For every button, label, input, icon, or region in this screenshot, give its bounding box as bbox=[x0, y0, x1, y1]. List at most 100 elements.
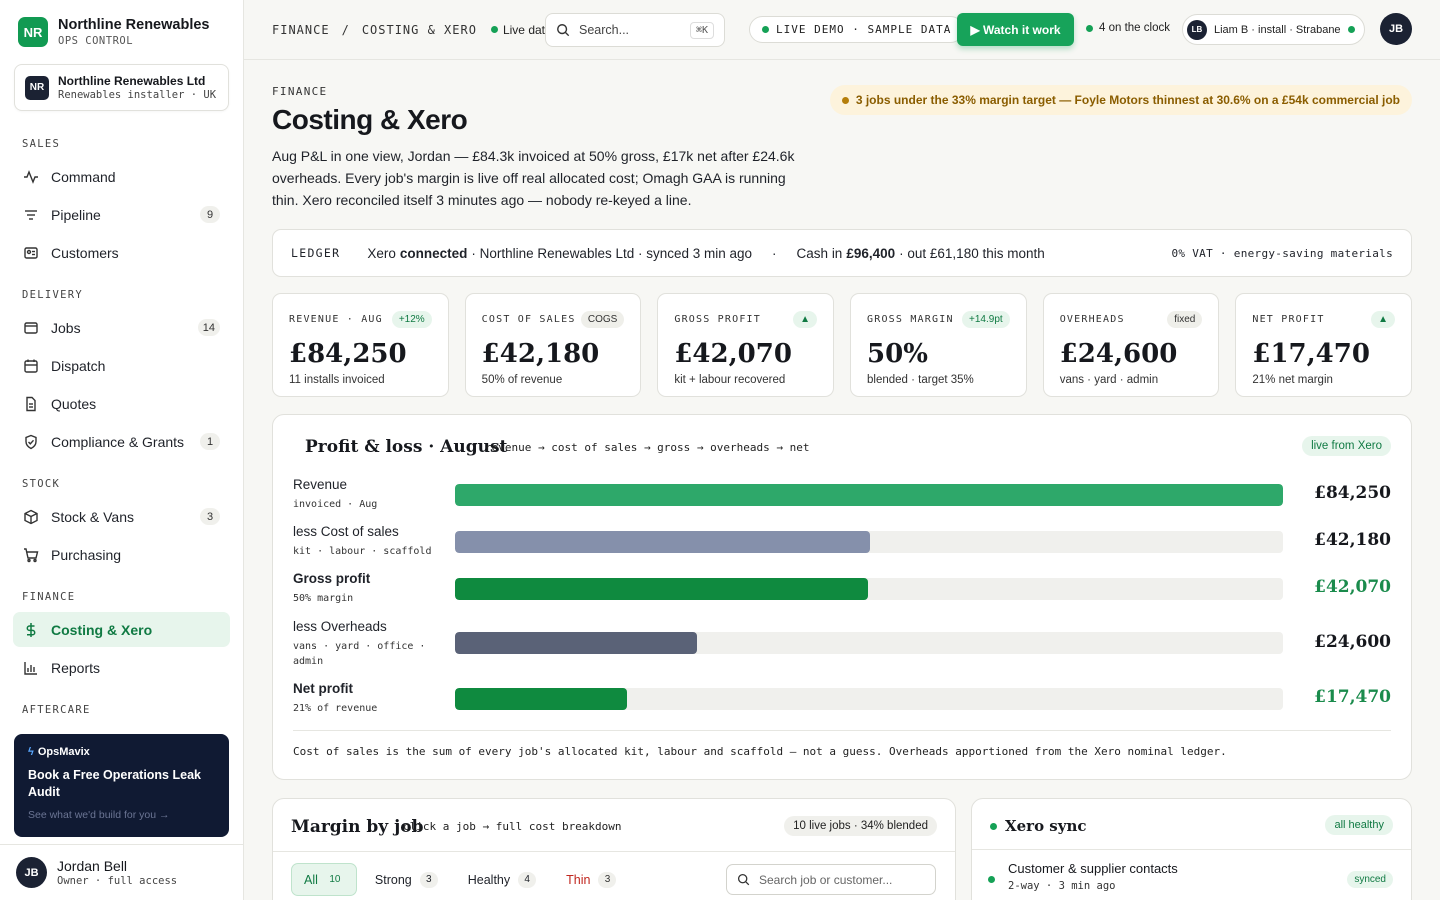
clock-label: 4 on the clock bbox=[1099, 22, 1170, 34]
page-intro: Aug P&L in one view, Jordan — £84.3k inv… bbox=[272, 148, 795, 208]
kpi-sub: kit + labour recovered bbox=[674, 374, 786, 386]
kpi-sub: 21% net margin bbox=[1252, 374, 1333, 386]
filter-thin[interactable]: Thin 3 bbox=[554, 863, 628, 896]
pl-row-value: £17,470 bbox=[1314, 687, 1391, 707]
sidebar-item-label: Reports bbox=[51, 659, 101, 676]
kpi-card-overheads[interactable]: OVERHEADS fixed £24,600 vans · yard · adm… bbox=[1042, 293, 1220, 397]
account-avatar[interactable]: JB bbox=[1380, 13, 1412, 45]
pl-row-revenue[interactable]: Revenue invoiced · Aug £84,250 bbox=[293, 477, 1391, 512]
global-search[interactable]: Search... ⌘K bbox=[545, 13, 725, 47]
kpi-sub: 11 installs invoiced bbox=[289, 374, 385, 386]
technician-chip[interactable]: LB Liam B · install · Strabane bbox=[1182, 14, 1365, 45]
search-icon bbox=[737, 873, 750, 886]
filter-lines-icon bbox=[25, 209, 37, 220]
sidebar-item-pipeline[interactable]: Pipeline 9 bbox=[13, 197, 230, 232]
pl-row-gross-profit[interactable]: Gross profit 50% margin £42,070 bbox=[293, 571, 1391, 606]
watch-it-work-button[interactable]: ▶ Watch it work bbox=[957, 13, 1074, 46]
filter-label: All bbox=[304, 872, 318, 887]
document-icon bbox=[26, 396, 36, 411]
nav-section-finance: FINANCE bbox=[22, 591, 76, 603]
pl-row-net-profit[interactable]: Net profit 21% of revenue £17,470 bbox=[293, 681, 1391, 716]
audit-promo-card[interactable]: ϟ OpsMavix Book a Free Operations Leak A… bbox=[14, 734, 229, 837]
sidebar-item-purchasing[interactable]: Purchasing bbox=[13, 537, 230, 572]
panel-title: Xero sync bbox=[1005, 817, 1087, 835]
main-content: FINANCE / COSTING & XERO Live data Searc… bbox=[244, 0, 1440, 900]
warning-dot-icon bbox=[841, 96, 849, 104]
promo-link[interactable]: See what we'd build for you → bbox=[28, 809, 215, 821]
search-input[interactable]: Search... bbox=[579, 23, 629, 37]
org-name: Northline Renewables Ltd bbox=[58, 74, 206, 88]
page-eyebrow: FINANCE bbox=[272, 85, 328, 98]
status-dot-icon bbox=[490, 26, 498, 33]
kpi-card-gross-profit[interactable]: GROSS PROFIT ▲ £42,070 kit + labour recov… bbox=[657, 293, 835, 397]
breadcrumb: FINANCE / COSTING & XERO bbox=[272, 23, 477, 37]
pl-row-sub: 21% of revenue bbox=[293, 703, 378, 714]
kpi-value: £42,070 bbox=[674, 339, 792, 369]
brand[interactable]: NR Northline Renewables OPS CONTROL bbox=[0, 0, 243, 47]
sidebar-item-jobs[interactable]: Jobs 14 bbox=[13, 310, 230, 345]
sidebar-item-compliance[interactable]: Compliance & Grants 1 bbox=[13, 424, 230, 459]
sidebar-item-customers[interactable]: Customers bbox=[13, 235, 230, 270]
trend-up-icon: ▲ bbox=[793, 310, 818, 328]
pl-row-cost-of-sales[interactable]: less Cost of sales kit · labour · scaffo… bbox=[293, 524, 1391, 559]
pl-bar-track bbox=[455, 578, 1283, 600]
kpi-label: NET PROFIT bbox=[1252, 313, 1325, 325]
user-profile[interactable]: JB Jordan Bell Owner · full access bbox=[0, 844, 243, 900]
kpi-badge: fixed bbox=[1167, 310, 1203, 328]
kpi-card-gross-margin[interactable]: GROSS MARGIN +14.9pt 50% blended · target… bbox=[850, 293, 1027, 397]
box-icon bbox=[24, 509, 38, 524]
breadcrumb-finance[interactable]: FINANCE bbox=[272, 23, 330, 37]
pl-bar-track bbox=[455, 484, 1283, 506]
sidebar-item-reports[interactable]: Reports bbox=[13, 650, 230, 685]
filter-strong[interactable]: Strong 3 bbox=[363, 863, 450, 896]
ledger-xero: Xero bbox=[367, 245, 396, 261]
kpi-value: £84,250 bbox=[289, 339, 407, 369]
count-badge: 3 bbox=[200, 508, 220, 525]
kpi-card-net-profit[interactable]: NET PROFIT ▲ £17,470 21% net margin bbox=[1235, 293, 1413, 397]
sidebar-item-costing[interactable]: Costing & Xero bbox=[13, 612, 230, 647]
brand-name: Northline Renewables bbox=[58, 17, 210, 33]
pl-bar bbox=[455, 484, 1283, 506]
kpi-label: COST OF SALES bbox=[481, 313, 576, 325]
status-dot-icon bbox=[762, 26, 769, 33]
demo-label: LIVE DEMO · SAMPLE DATA bbox=[776, 23, 952, 36]
filter-label: Healthy bbox=[467, 872, 511, 887]
job-search[interactable]: Search job or customer... bbox=[726, 864, 936, 895]
sync-row-contacts[interactable]: Customer & supplier contacts 2-way · 3 m… bbox=[988, 861, 1393, 892]
profit-loss-panel: Profit & loss · August revenue → cost of… bbox=[272, 414, 1412, 780]
sidebar-item-quotes[interactable]: Quotes bbox=[13, 386, 230, 421]
brand-logo: NR bbox=[18, 17, 48, 47]
job-search-input[interactable]: Search job or customer... bbox=[759, 873, 892, 887]
kpi-label: GROSS MARGIN bbox=[867, 313, 954, 325]
live-badge: live from Xero bbox=[1302, 436, 1391, 456]
kpi-badge: +14.9pt bbox=[962, 310, 1010, 328]
filter-count: 4 bbox=[518, 871, 537, 888]
kpi-card-revenue[interactable]: REVENUE · AUG +12% £84,250 11 installs in… bbox=[272, 293, 449, 397]
org-switcher[interactable]: NR Northline Renewables Ltd Renewables i… bbox=[14, 64, 229, 111]
breadcrumb-current: COSTING & XERO bbox=[361, 22, 477, 37]
kpi-sub: vans · yard · admin bbox=[1059, 374, 1159, 386]
margin-by-job-panel: Margin by job click a job → full cost br… bbox=[272, 798, 956, 900]
shield-check-icon bbox=[25, 434, 37, 449]
kpi-label: OVERHEADS bbox=[1059, 313, 1125, 325]
count-badge: 1 bbox=[200, 433, 220, 450]
count-badge: 9 bbox=[200, 206, 220, 223]
sidebar-item-dispatch[interactable]: Dispatch bbox=[13, 348, 230, 383]
shortcut-hint: ⌘K bbox=[689, 21, 714, 39]
pl-row-overheads[interactable]: less Overheads vans · yard · office · ad… bbox=[293, 619, 1391, 669]
kpi-label: REVENUE · AUG bbox=[289, 313, 383, 325]
technician-avatar: LB bbox=[1187, 19, 1207, 40]
kpi-sub: blended · target 35% bbox=[867, 374, 974, 386]
filter-all[interactable]: All 10 bbox=[291, 863, 357, 896]
kpi-value: £42,180 bbox=[481, 339, 600, 369]
margin-alert[interactable]: 3 jobs under the 33% margin target — Foy… bbox=[829, 85, 1412, 115]
sidebar-item-stock[interactable]: Stock & Vans 3 bbox=[13, 499, 230, 534]
filter-healthy[interactable]: Healthy 4 bbox=[456, 863, 548, 896]
panel-flow: revenue → cost of sales → gross → overhe… bbox=[485, 441, 810, 454]
sidebar-item-command[interactable]: Command bbox=[13, 159, 230, 194]
sidebar-item-label: Jobs bbox=[51, 319, 81, 336]
kpi-card-cost-of-sales[interactable]: COST OF SALES COGS £42,180 50% of revenue bbox=[464, 293, 642, 397]
kpi-sub: 50% of revenue bbox=[481, 374, 563, 386]
kpi-value: £24,600 bbox=[1059, 339, 1178, 369]
sidebar: NR Northline Renewables OPS CONTROL NR N… bbox=[0, 0, 244, 900]
